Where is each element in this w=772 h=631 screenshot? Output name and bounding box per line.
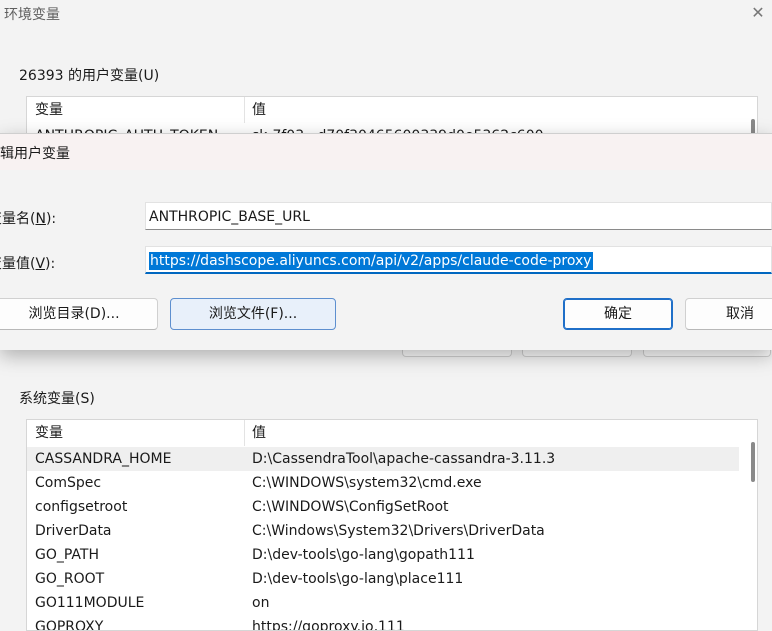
- variable-name: configsetroot: [35, 499, 128, 515]
- variable-value: D:\CassendraTool\apache-cassandra-3.11.3: [252, 451, 556, 467]
- system-list-header: 变量 值: [27, 420, 757, 446]
- browse-directory-button[interactable]: 浏览目录(D)...: [0, 298, 158, 330]
- table-row[interactable]: DriverData C:\Windows\System32\Drivers\D…: [27, 519, 739, 543]
- variable-value: C:\WINDOWS\system32\cmd.exe: [252, 475, 482, 491]
- selected-value-text: https://dashscope.aliyuncs.com/api/v2/ap…: [149, 252, 593, 270]
- column-header-value[interactable]: 值: [252, 97, 266, 123]
- user-variables-group-title: 26393 的用户变量(U): [19, 68, 160, 84]
- column-header-name[interactable]: 变量: [35, 420, 63, 446]
- variable-value: C:\Windows\System32\Drivers\DriverData: [252, 523, 545, 539]
- variable-value: C:\WINDOWS\ConfigSetRoot: [252, 499, 449, 515]
- browse-file-button[interactable]: 浏览文件(F)...: [170, 298, 336, 330]
- column-header-value[interactable]: 值: [252, 420, 266, 446]
- column-header-name[interactable]: 变量: [35, 97, 63, 123]
- edit-user-variable-dialog: 辑用户变量 变量名(N): ANTHROPIC_BASE_URL 变量值(V):…: [0, 133, 772, 350]
- table-row[interactable]: GO111MODULE on: [27, 591, 739, 615]
- table-row[interactable]: configsetroot C:\WINDOWS\ConfigSetRoot: [27, 495, 739, 519]
- variable-name-field[interactable]: ANTHROPIC_BASE_URL: [145, 202, 772, 230]
- system-variables-list[interactable]: 变量 值 CASSANDRA_HOME D:\CassendraTool\apa…: [26, 419, 758, 631]
- variable-value: D:\dev-tools\go-lang\place111: [252, 571, 464, 587]
- variable-name: DriverData: [35, 523, 112, 539]
- variable-name: GO_PATH: [35, 547, 99, 563]
- table-row[interactable]: ComSpec C:\WINDOWS\system32\cmd.exe: [27, 471, 739, 495]
- variable-name: GOPROXY: [35, 619, 104, 631]
- variable-name: ComSpec: [35, 475, 102, 491]
- table-row[interactable]: GOPROXY https://goproxy.io,111: [27, 615, 739, 631]
- system-variables-group-title: 系统变量(S): [19, 391, 95, 407]
- close-icon[interactable]: ✕: [748, 2, 768, 24]
- variable-value-field[interactable]: https://dashscope.aliyuncs.com/api/v2/ap…: [145, 246, 772, 274]
- table-row[interactable]: GO_ROOT D:\dev-tools\go-lang\place111: [27, 567, 739, 591]
- table-row[interactable]: CASSANDRA_HOME D:\CassendraTool\apache-c…: [27, 447, 739, 471]
- variable-name-label: 变量名(N):: [0, 211, 57, 227]
- variable-value: https://goproxy.io,111: [252, 619, 405, 631]
- window-title: 环境变量: [4, 7, 60, 23]
- dialog-titlebar: 辑用户变量: [0, 134, 772, 170]
- variable-value: on: [252, 595, 270, 611]
- user-list-header: 变量 值: [27, 97, 757, 123]
- variable-name: GO111MODULE: [35, 595, 145, 611]
- ok-button[interactable]: 确定: [563, 298, 673, 330]
- scrollbar[interactable]: [751, 442, 755, 482]
- variable-name: GO_ROOT: [35, 571, 105, 587]
- cancel-button[interactable]: 取消: [685, 298, 772, 330]
- dialog-title: 辑用户变量: [0, 146, 70, 162]
- variable-value: D:\dev-tools\go-lang\gopath111: [252, 547, 475, 563]
- variable-name: CASSANDRA_HOME: [35, 451, 172, 467]
- variable-value-label: 变量值(V):: [0, 256, 56, 272]
- table-row[interactable]: GO_PATH D:\dev-tools\go-lang\gopath111: [27, 543, 739, 567]
